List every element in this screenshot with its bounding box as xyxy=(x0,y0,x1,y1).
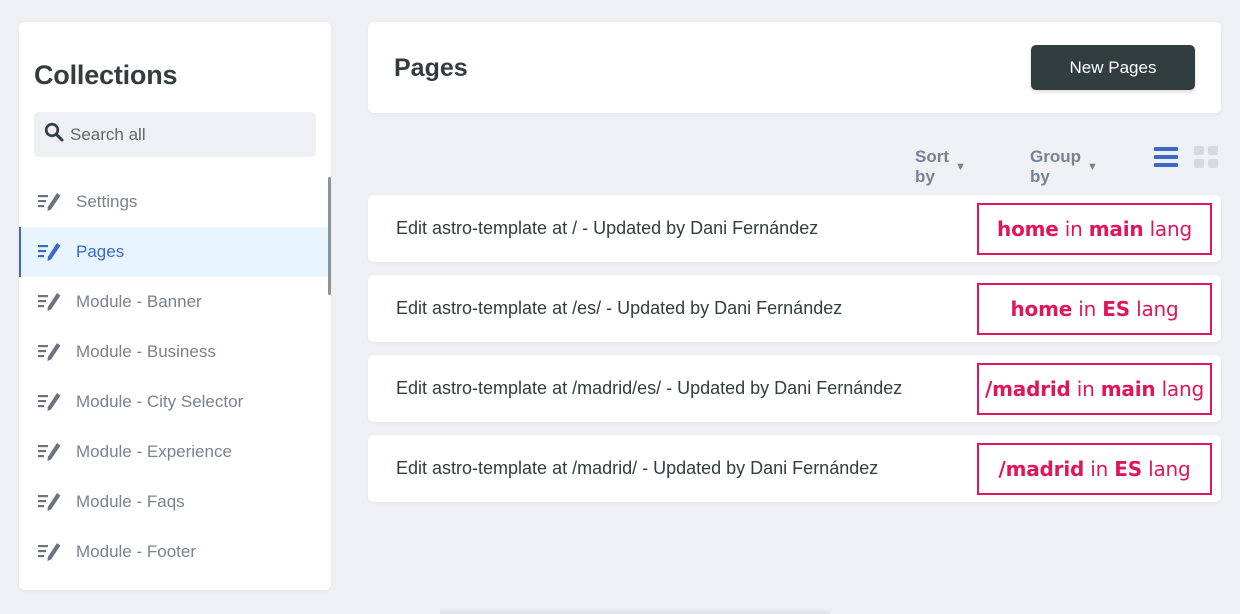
sidebar-item-module-city-selector[interactable]: Module - City Selector xyxy=(19,377,331,427)
sidebar-title: Collections xyxy=(34,60,178,90)
sidebar-item-label: Settings xyxy=(76,192,138,211)
sidebar-item-module-banner[interactable]: Module - Banner xyxy=(19,277,331,327)
tag-subject: /madrid xyxy=(998,457,1085,481)
entry-title: Edit astro-template at /madrid/ - Update… xyxy=(396,458,879,478)
sidebar-item-module-business[interactable]: Module - Business xyxy=(19,327,331,377)
collection-icon xyxy=(38,342,62,362)
tag-subject: /madrid xyxy=(985,377,1071,401)
sidebar-item-pages[interactable]: Pages xyxy=(19,227,331,277)
entries-list: Edit astro-template at / - Updated by Da… xyxy=(368,195,1221,515)
sidebar-scrollbar[interactable] xyxy=(328,177,331,295)
annotation-tag: /madrid in main lang xyxy=(977,363,1212,415)
tag-mid: in xyxy=(1084,457,1115,481)
sidebar-item-module-footer[interactable]: Module - Footer xyxy=(19,527,331,577)
group-by-dropdown[interactable]: Group by ▼ xyxy=(1030,147,1098,187)
collection-icon xyxy=(38,442,62,462)
collection-icon xyxy=(38,242,62,262)
sort-by-dropdown[interactable]: Sort by ▼ xyxy=(915,147,966,187)
search-input[interactable] xyxy=(70,124,300,145)
sidebar-item-label: Module - Experience xyxy=(76,442,232,461)
sidebar-item-label: Module - Business xyxy=(76,342,216,361)
tag-suffix: lang xyxy=(1143,217,1193,241)
list-item[interactable]: Edit astro-template at /es/ - Updated by… xyxy=(368,275,1221,342)
caret-down-icon: ▼ xyxy=(955,161,966,173)
tag-mid: in xyxy=(1058,217,1089,241)
tag-mid: in xyxy=(1070,377,1101,401)
tag-mid: in xyxy=(1072,297,1103,321)
sidebar-item-label: Module - Footer xyxy=(76,542,196,561)
annotation-tag: home in ES lang xyxy=(977,283,1212,335)
tag-lang: ES xyxy=(1102,297,1130,321)
list-item[interactable]: Edit astro-template at /madrid/es/ - Upd… xyxy=(368,355,1221,422)
collection-icon xyxy=(38,292,62,312)
tag-lang: main xyxy=(1100,377,1156,401)
list-item[interactable]: Edit astro-template at / - Updated by Da… xyxy=(368,195,1221,262)
entry-title: Edit astro-template at /madrid/es/ - Upd… xyxy=(396,378,903,398)
page-title: Pages xyxy=(394,54,468,82)
page-header: Pages New Pages xyxy=(368,22,1221,113)
caret-down-icon: ▼ xyxy=(1087,161,1098,173)
collection-nav: Settings Pages Module - Banner Module - … xyxy=(19,177,331,577)
new-pages-button[interactable]: New Pages xyxy=(1031,45,1195,90)
entry-title: Edit astro-template at /es/ - Updated by… xyxy=(396,298,843,318)
tag-suffix: lang xyxy=(1141,457,1191,481)
tag-lang: ES xyxy=(1114,457,1142,481)
bottom-shadow xyxy=(440,608,830,614)
collection-icon xyxy=(38,492,62,512)
search-icon xyxy=(44,122,64,147)
tag-lang: main xyxy=(1088,217,1144,241)
sidebar-item-settings[interactable]: Settings xyxy=(19,177,331,227)
list-item[interactable]: Edit astro-template at /madrid/ - Update… xyxy=(368,435,1221,502)
sidebar-item-module-faqs[interactable]: Module - Faqs xyxy=(19,477,331,527)
tag-subject: home xyxy=(1010,297,1073,321)
collection-icon xyxy=(38,192,62,212)
collection-icon xyxy=(38,542,62,562)
entry-title: Edit astro-template at / - Updated by Da… xyxy=(396,218,819,238)
sidebar-item-label: Module - City Selector xyxy=(76,392,244,411)
group-by-label: Group by xyxy=(1030,147,1081,186)
sidebar-item-label: Module - Banner xyxy=(76,292,202,311)
sidebar-item-label: Pages xyxy=(76,242,125,261)
tag-subject: home xyxy=(997,217,1059,241)
tag-suffix: lang xyxy=(1155,377,1205,401)
collections-sidebar: Collections Settings Pages Module - Bann… xyxy=(19,22,331,590)
annotation-tag: /madrid in ES lang xyxy=(977,443,1212,495)
search-box[interactable] xyxy=(34,112,316,157)
tag-suffix: lang xyxy=(1129,297,1179,321)
collection-icon xyxy=(38,392,62,412)
list-view-icon[interactable] xyxy=(1154,145,1178,169)
annotation-tag: home in main lang xyxy=(977,203,1212,255)
sort-by-label: Sort by xyxy=(915,147,949,186)
grid-view-icon[interactable] xyxy=(1194,145,1218,169)
sidebar-item-label: Module - Faqs xyxy=(76,492,185,511)
sidebar-item-module-experience[interactable]: Module - Experience xyxy=(19,427,331,477)
